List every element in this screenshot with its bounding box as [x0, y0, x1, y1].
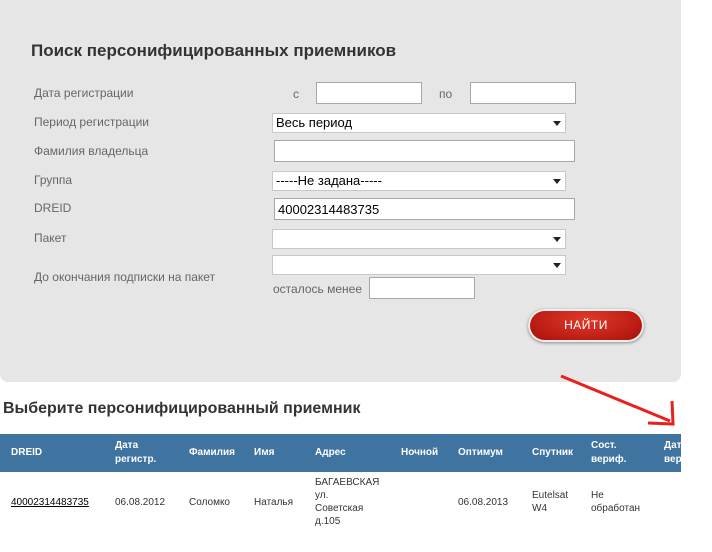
row-address-2: ул. — [315, 490, 329, 501]
row-surname: Соломко — [189, 497, 230, 508]
col-satellite[interactable]: Спутник — [532, 447, 573, 459]
col-verif-date-2[interactable]: вер — [664, 454, 682, 466]
col-night[interactable]: Ночной — [401, 447, 438, 459]
row-verif-2: обработан — [591, 503, 641, 514]
results-table-header: DREID Дата регистр. Фамилия Имя Адрес Но… — [0, 434, 682, 472]
col-surname[interactable]: Фамилия — [189, 447, 235, 459]
col-dreid[interactable]: DREID — [11, 447, 42, 459]
col-optimum[interactable]: Оптимум — [458, 447, 503, 459]
row-optimum: 06.08.2013 — [458, 497, 509, 508]
col-reg-date-1[interactable]: Дата — [115, 440, 138, 452]
col-name[interactable]: Имя — [254, 447, 274, 459]
row-address-4: д.105 — [315, 516, 341, 527]
col-verif-date-1[interactable]: Дат — [664, 440, 682, 452]
row-reg-date: 06.08.2012 — [115, 497, 166, 508]
row-name: Наталья — [254, 497, 294, 508]
col-verif-1[interactable]: Сост. — [591, 440, 617, 452]
row-address-3: Советская — [315, 503, 364, 514]
col-verif-2[interactable]: вериф. — [591, 454, 626, 466]
col-address[interactable]: Адрес — [315, 447, 346, 459]
col-reg-date-2[interactable]: регистр. — [115, 454, 156, 466]
results-title: Выберите персонифицированный приемник — [3, 400, 361, 417]
row-address-1: БАГАЕВСКАЯ — [315, 477, 380, 488]
row-satellite-1: Eutelsat — [532, 490, 569, 501]
row-verif-1: Не — [591, 490, 604, 501]
row-satellite-2: W4 — [532, 503, 547, 514]
arrow-shaft — [560, 374, 671, 423]
row-dreid-link[interactable]: 40002314483735 — [11, 496, 89, 509]
